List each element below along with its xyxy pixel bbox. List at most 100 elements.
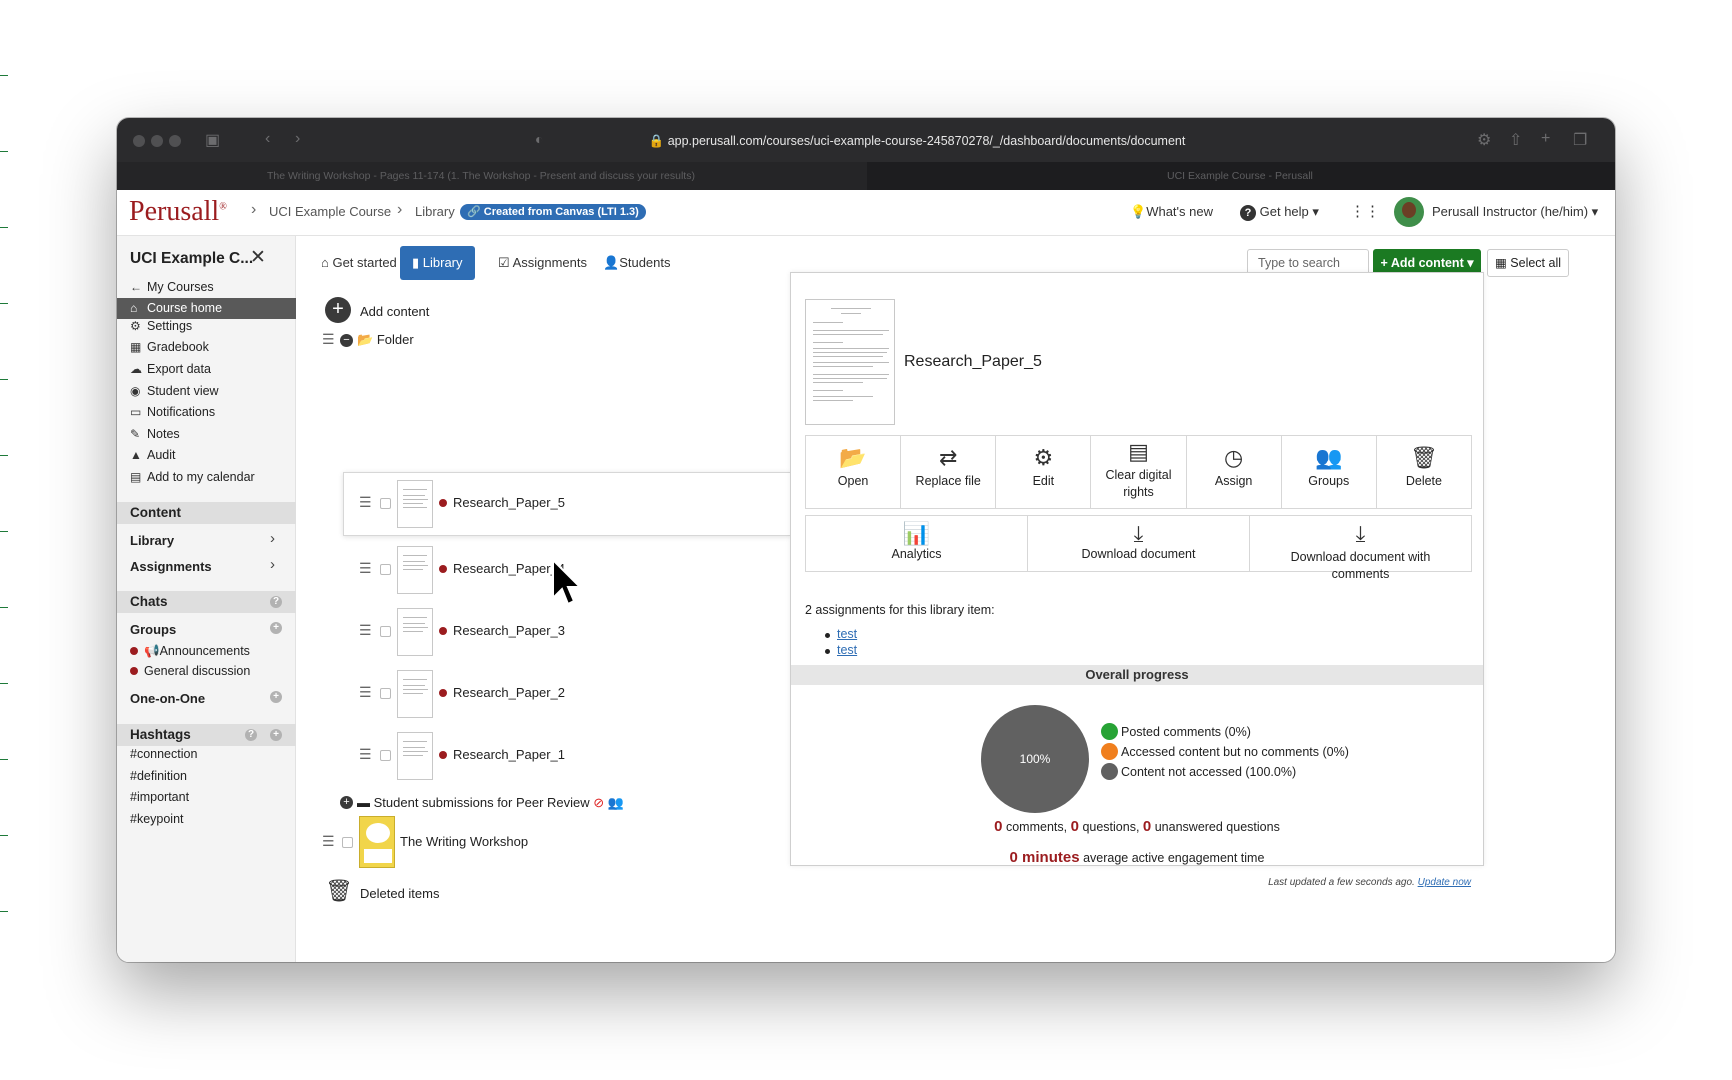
groups-button[interactable]: 👥 Groups: [1282, 436, 1377, 508]
chat-announcements[interactable]: 📢Announcements: [130, 644, 250, 659]
drag-handle-icon[interactable]: ☰: [322, 331, 335, 348]
tab-library[interactable]: ▮ Library: [400, 246, 475, 280]
row-checkbox[interactable]: [380, 626, 391, 637]
collapse-folder-icon[interactable]: −: [340, 334, 353, 347]
delete-button[interactable]: 🗑 Delete: [1377, 436, 1471, 508]
sidebar-item-assignments[interactable]: Assignments: [130, 559, 212, 574]
add-content-circle-icon[interactable]: +: [325, 297, 351, 323]
expand-folder-icon[interactable]: +: [340, 796, 353, 809]
sidebar-item-groups[interactable]: Groups: [130, 622, 176, 637]
sidebar-item-one-on-one[interactable]: One-on-One: [130, 691, 205, 706]
zoom-window-button[interactable]: [169, 135, 181, 147]
assignment-link[interactable]: test: [837, 643, 857, 657]
chats-help-icon[interactable]: ?: [270, 596, 282, 608]
row-checkbox[interactable]: [380, 688, 391, 699]
minimize-window-button[interactable]: [151, 135, 163, 147]
user-menu[interactable]: Perusall Instructor (he/him) ▾: [1432, 204, 1598, 220]
deleted-items-link[interactable]: Deleted items: [360, 886, 439, 901]
tab-students[interactable]: 👤Students: [591, 246, 683, 280]
edit-button[interactable]: ⚙ Edit: [996, 436, 1092, 508]
update-now-link[interactable]: Update now: [1418, 877, 1471, 888]
sidebar-item-my-courses[interactable]: ← My Courses: [130, 280, 214, 294]
avatar[interactable]: [1394, 197, 1424, 227]
drag-handle-icon[interactable]: ☰: [359, 560, 372, 577]
sidebar-item-library[interactable]: Library: [130, 533, 174, 548]
hashtag-item[interactable]: #connection: [130, 747, 197, 761]
privacy-shield-icon[interactable]: ◐: [535, 131, 543, 147]
lti-badge: 🔗 Created from Canvas (LTI 1.3): [460, 204, 646, 220]
hashtag-item[interactable]: #definition: [130, 769, 187, 783]
folder-row[interactable]: 📂 Folder: [357, 332, 414, 348]
breadcrumb-library[interactable]: Library: [415, 204, 455, 219]
select-all-button[interactable]: ▦ Select all: [1487, 249, 1569, 277]
breadcrumb-course[interactable]: UCI Example Course: [269, 204, 391, 219]
drag-handle-icon[interactable]: ☰: [359, 622, 372, 639]
apps-grid-icon[interactable]: ⋮⋮: [1350, 202, 1380, 220]
assign-button[interactable]: ◷ Assign: [1187, 436, 1282, 508]
browser-tab-course[interactable]: UCI Example Course - Perusall: [1157, 162, 1313, 190]
document-row[interactable]: Research_Paper_2: [439, 685, 565, 700]
address-bar[interactable]: 🔒 app.perusall.com/courses/uci-example-c…: [567, 128, 1267, 154]
sidebar-item-settings[interactable]: ⚙ Settings: [130, 319, 192, 333]
back-icon[interactable]: ‹: [265, 130, 270, 148]
tab-get-started[interactable]: ⌂ Get started: [309, 246, 409, 280]
open-folder-icon: 📂: [357, 332, 377, 347]
action-label: Assign: [1214, 474, 1253, 488]
share-icon[interactable]: ⇧: [1509, 130, 1522, 150]
peer-review-folder-row[interactable]: ▬ Student submissions for Peer Review ⊘ …: [357, 795, 624, 811]
replace-file-button[interactable]: ⇄ Replace file: [901, 436, 997, 508]
drag-handle-icon[interactable]: ☰: [322, 833, 335, 850]
document-row[interactable]: Research_Paper_3: [439, 623, 565, 638]
add-content-link[interactable]: Add content: [360, 304, 429, 319]
row-checkbox[interactable]: [342, 837, 353, 848]
sidebar-item-gradebook[interactable]: ▦ Gradebook: [130, 340, 209, 354]
close-window-button[interactable]: [133, 135, 145, 147]
download-with-comments-button[interactable]: ⤓ Download document with comments: [1250, 516, 1471, 582]
document-row[interactable]: Research_Paper_5: [439, 495, 565, 510]
perusall-logo[interactable]: Perusall®: [129, 196, 227, 228]
open-button[interactable]: 📂 Open: [806, 436, 902, 508]
sidebar-item-export-data[interactable]: ☁ Export data: [130, 362, 211, 376]
row-checkbox[interactable]: [380, 498, 391, 509]
add-group-icon[interactable]: +: [270, 622, 282, 634]
forward-icon[interactable]: ›: [295, 130, 300, 148]
sidebar-item-calendar[interactable]: ▤ Add to my calendar: [130, 470, 255, 484]
drag-handle-icon[interactable]: ☰: [359, 684, 372, 701]
sidebar-toggle-icon[interactable]: ▣: [205, 130, 220, 150]
document-row[interactable]: Research_Paper_1: [439, 747, 565, 762]
get-help-menu[interactable]: ? Get help ▾: [1240, 204, 1319, 221]
trash-icon[interactable]: 🗑: [325, 878, 353, 904]
extension-icon[interactable]: ⚙: [1477, 130, 1491, 150]
lock-icon: 🔒: [648, 134, 665, 148]
tab-overview-icon[interactable]: ❐: [1573, 130, 1587, 150]
hashtags-help-icon[interactable]: ?: [245, 729, 257, 741]
chevron-right-icon[interactable]: ›: [270, 530, 275, 547]
clear-digital-rights-button[interactable]: ▤ Clear digital rights: [1091, 436, 1187, 508]
row-checkbox[interactable]: [380, 564, 391, 575]
chat-general-discussion[interactable]: General discussion: [130, 664, 250, 678]
hashtag-item[interactable]: #important: [130, 790, 189, 804]
new-tab-icon[interactable]: +: [1541, 130, 1550, 148]
hashtag-item[interactable]: #keypoint: [130, 812, 184, 826]
whats-new-link[interactable]: 💡What's new: [1130, 204, 1213, 220]
analytics-button[interactable]: 📊 Analytics: [806, 516, 1028, 571]
drag-handle-icon[interactable]: ☰: [359, 494, 372, 511]
sidebar-item-notifications[interactable]: ▭ Notifications: [130, 405, 215, 419]
browser-tab-book[interactable]: The Writing Workshop - Pages 11-174 (1. …: [117, 162, 867, 190]
sidebar-item-notes[interactable]: ✎ Notes: [130, 427, 180, 441]
document-preview-thumbnail[interactable]: [805, 299, 895, 425]
add-hashtag-icon[interactable]: +: [270, 729, 282, 741]
tab-assignments[interactable]: ☑ Assignments: [486, 246, 599, 280]
drag-handle-icon[interactable]: ☰: [359, 746, 372, 763]
sidebar-item-student-view[interactable]: ◉ Student view: [130, 384, 219, 398]
sidebar-item-course-home[interactable]: ⌂ Course home: [117, 298, 296, 319]
download-document-button[interactable]: ⤓ Download document: [1028, 516, 1250, 571]
close-sidebar-icon[interactable]: ✕: [250, 246, 266, 269]
sidebar-item-audit[interactable]: ▲ Audit: [130, 448, 176, 462]
row-checkbox[interactable]: [380, 750, 391, 761]
document-row[interactable]: Research_Paper_4: [439, 561, 565, 576]
add-one-on-one-icon[interactable]: +: [270, 691, 282, 703]
chevron-right-icon[interactable]: ›: [270, 556, 275, 573]
assignment-link[interactable]: test: [837, 627, 857, 641]
book-row[interactable]: The Writing Workshop: [400, 834, 528, 849]
